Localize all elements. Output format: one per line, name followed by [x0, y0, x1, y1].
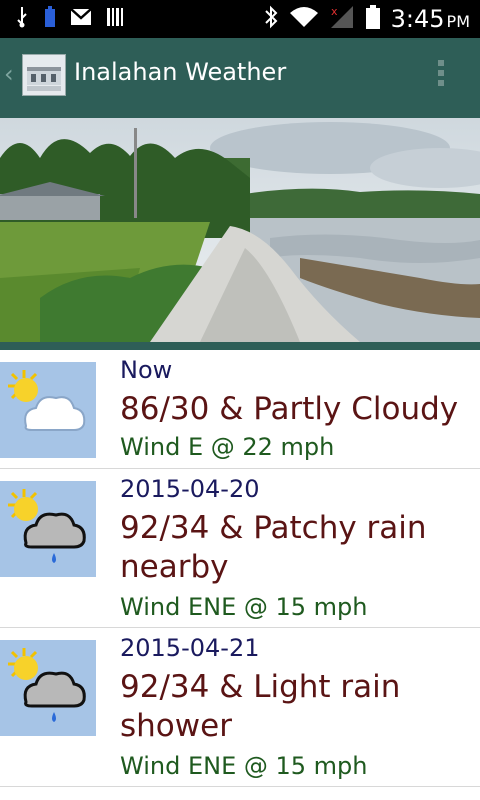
forecast-date: 2015-04-21	[120, 634, 260, 662]
bluetooth-icon	[263, 4, 279, 34]
list-item[interactable]: Now 86/30 & Partly Cloudy Wind E @ 22 mp…	[0, 350, 480, 469]
forecast-summary: 92/34 & Patchy rain nearby	[120, 510, 427, 585]
clock: 3:45 PM	[390, 5, 470, 33]
partly-cloudy-icon	[0, 362, 96, 458]
svg-text:x: x	[331, 5, 338, 18]
overflow-menu-icon[interactable]	[438, 60, 446, 90]
status-bar: x 3:45 PM	[0, 0, 480, 38]
app-logo[interactable]	[22, 54, 66, 96]
banner-photo	[0, 118, 480, 342]
light-rain-icon	[0, 640, 96, 736]
battery-small-icon	[44, 6, 56, 32]
usb-icon	[14, 6, 30, 32]
action-bar: ‹ Inalahan Weather	[0, 38, 480, 110]
gmail-icon	[70, 8, 92, 30]
barcode-icon	[106, 7, 126, 31]
forecast-date: 2015-04-20	[120, 475, 260, 503]
header-divider	[0, 110, 480, 118]
battery-icon	[365, 4, 381, 34]
forecast-list: Now 86/30 & Partly Cloudy Wind E @ 22 mp…	[0, 350, 480, 787]
back-chevron-icon[interactable]: ‹	[4, 60, 14, 88]
forecast-wind: Wind ENE @ 15 mph	[120, 752, 368, 780]
forecast-wind: Wind ENE @ 15 mph	[120, 593, 368, 621]
banner-divider	[0, 342, 480, 350]
signal-icon: x	[329, 4, 355, 34]
page-title: Inalahan Weather	[74, 58, 287, 86]
forecast-date: Now	[120, 356, 173, 384]
patchy-rain-icon	[0, 481, 96, 577]
forecast-summary: 92/34 & Light rain shower	[120, 669, 401, 744]
list-item[interactable]: 2015-04-21 92/34 & Light rain shower Win…	[0, 628, 480, 787]
list-item[interactable]: 2015-04-20 92/34 & Patchy rain nearby Wi…	[0, 469, 480, 628]
wifi-icon	[289, 5, 319, 33]
forecast-wind: Wind E @ 22 mph	[120, 433, 335, 461]
forecast-summary: 86/30 & Partly Cloudy	[120, 391, 459, 427]
